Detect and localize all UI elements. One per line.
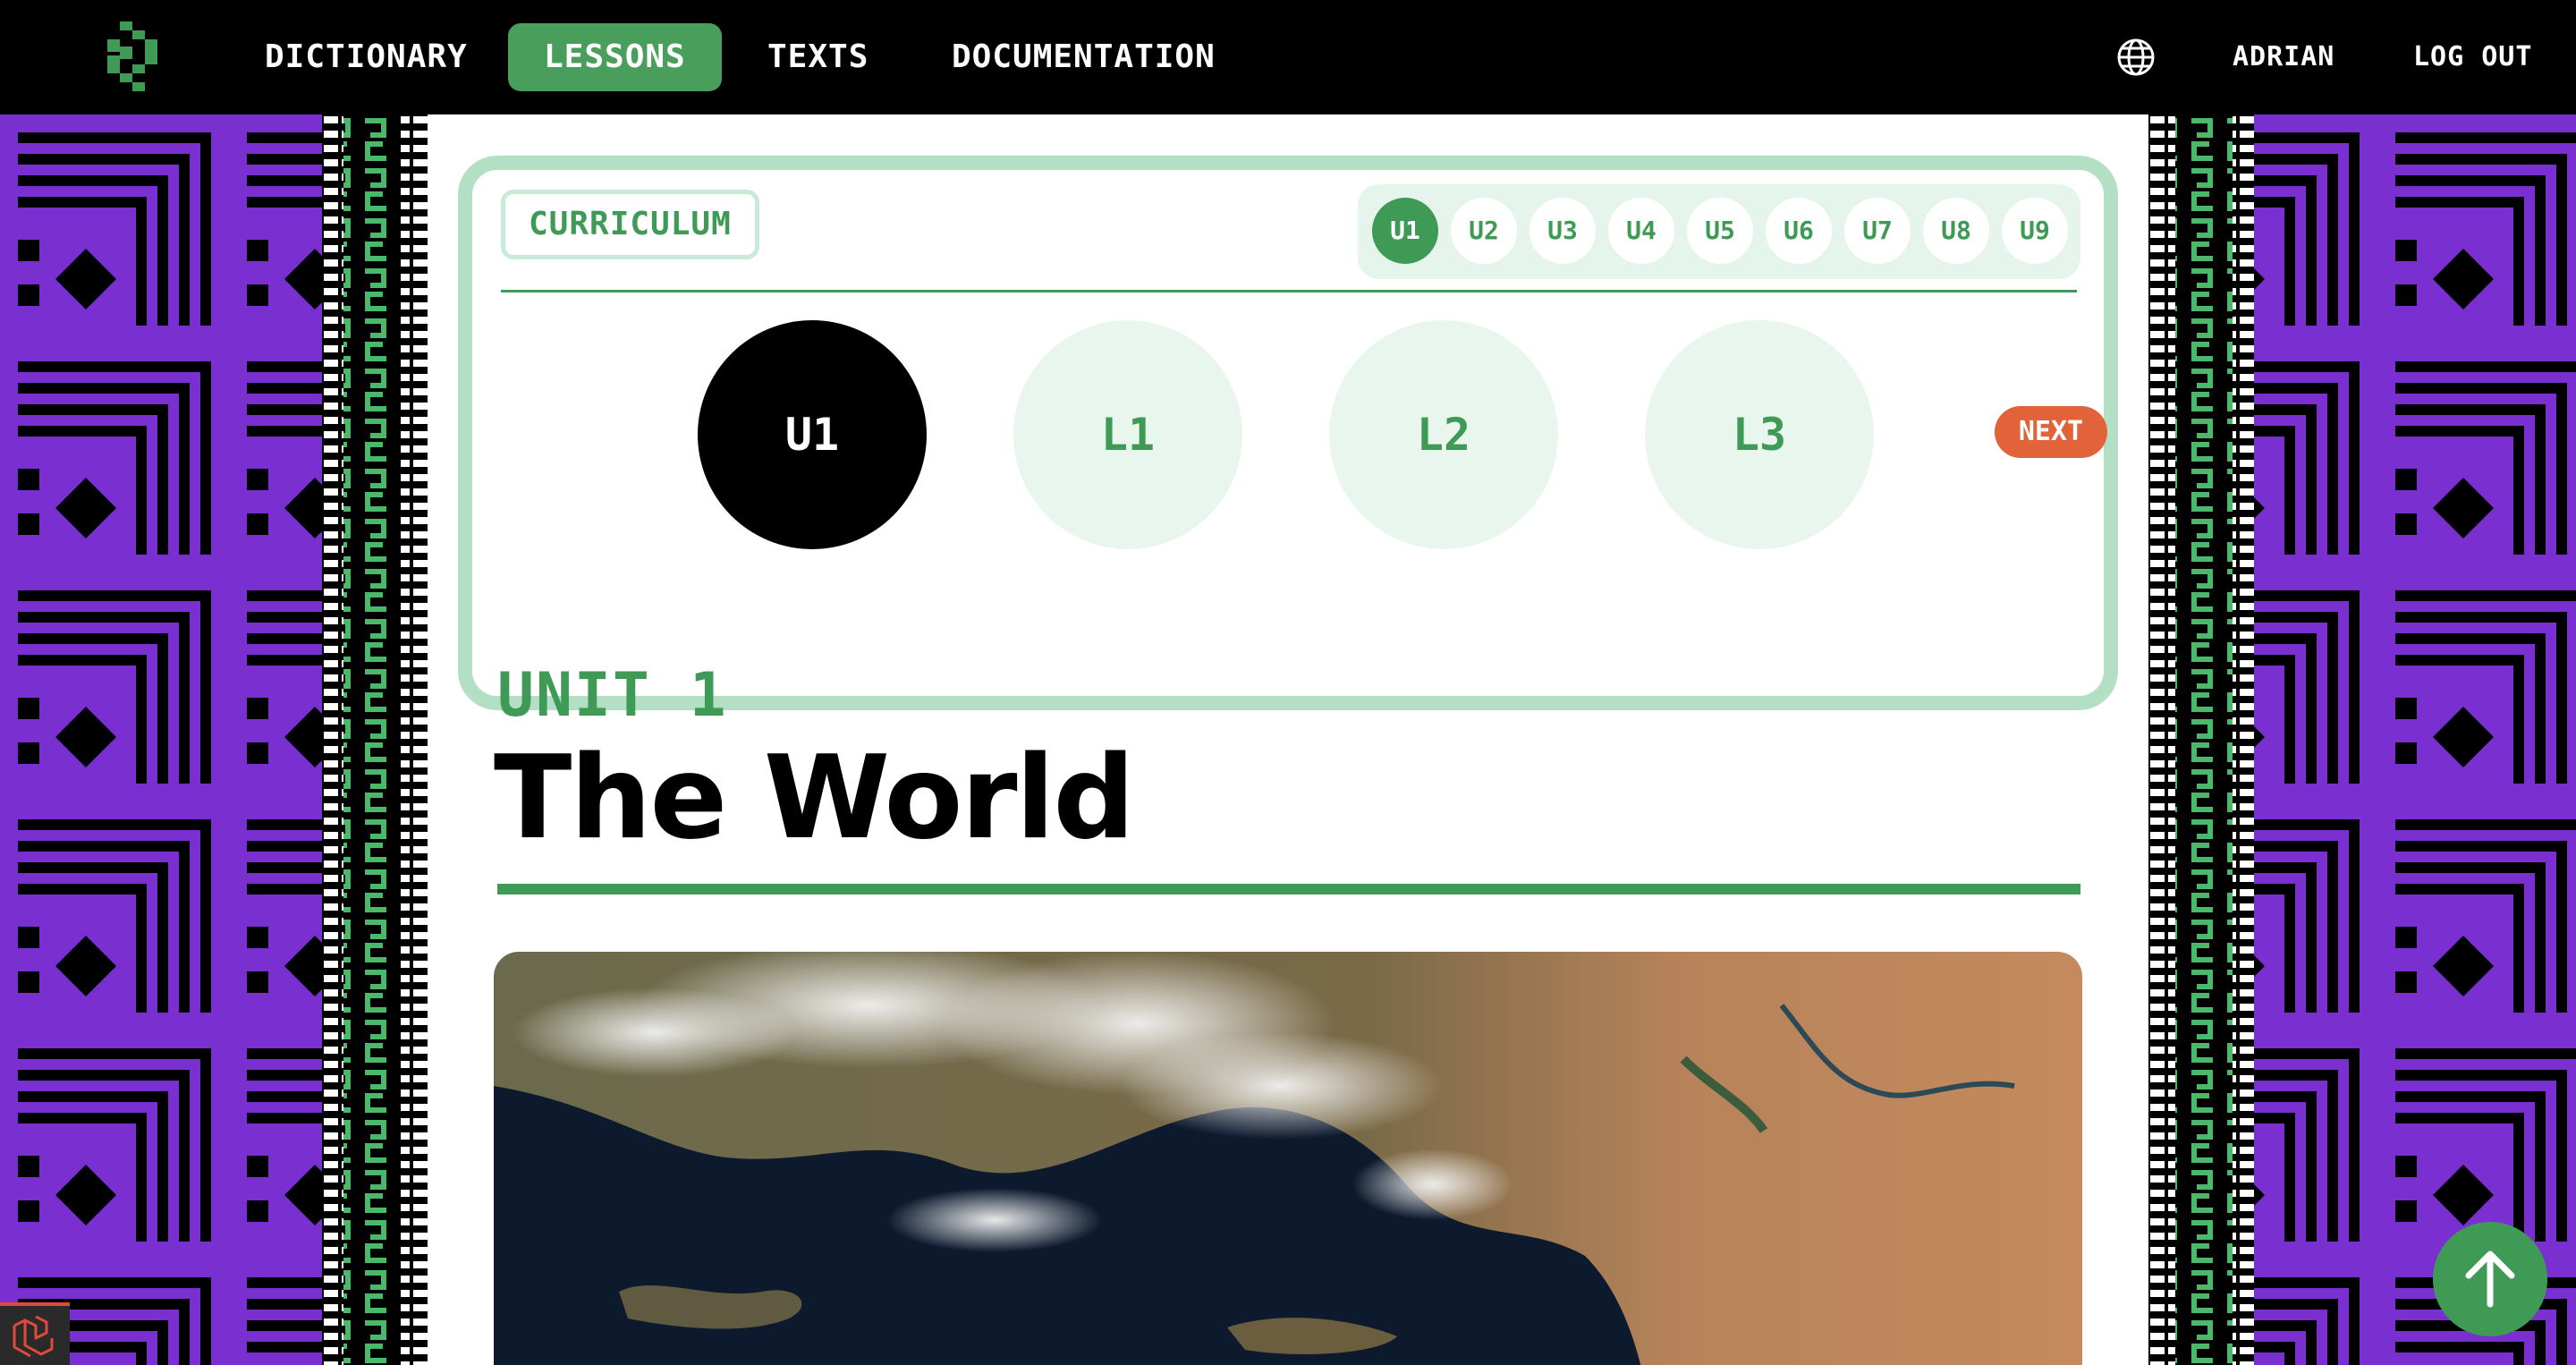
unit-pill-u9[interactable]: U9	[2002, 198, 2068, 264]
lesson-circle-l2[interactable]: L2	[1329, 320, 1558, 549]
unit-pill-u3[interactable]: U3	[1530, 198, 1596, 264]
logout-link[interactable]: LOG OUT	[2413, 23, 2532, 91]
satellite-map-image	[494, 952, 2082, 1365]
nav-lessons[interactable]: LESSONS	[508, 23, 722, 91]
unit-pill-u5[interactable]: U5	[1687, 198, 1753, 264]
lesson-circle-u1[interactable]: U1	[698, 320, 927, 549]
debugbar-badge[interactable]	[0, 1302, 70, 1365]
scroll-to-top-button[interactable]	[2433, 1222, 2547, 1336]
unit-pill-u1[interactable]: U1	[1372, 198, 1438, 264]
top-navbar: DICTIONARY LESSONS TEXTS DOCUMENTATION A…	[0, 0, 2576, 114]
globe-icon[interactable]	[2116, 38, 2156, 77]
nav-dictionary[interactable]: DICTIONARY	[229, 23, 504, 91]
right-pattern-border	[2148, 114, 2576, 1365]
unit-pill-u2[interactable]: U2	[1451, 198, 1517, 264]
unit-selector: U1 U2 U3 U4 U5 U6 U7 U8 U9	[1358, 184, 2080, 279]
user-menu[interactable]: ADRIAN	[2233, 23, 2334, 91]
curriculum-divider	[501, 290, 2077, 292]
nav-texts[interactable]: TEXTS	[732, 23, 904, 91]
next-button[interactable]: NEXT	[1995, 406, 2107, 458]
lesson-circle-l1[interactable]: L1	[1013, 320, 1242, 549]
title-underline	[497, 884, 2080, 894]
laravel-icon	[13, 1315, 54, 1358]
unit-kicker: UNIT 1	[497, 660, 728, 731]
unit-pill-u4[interactable]: U4	[1608, 198, 1674, 264]
unit-pill-u7[interactable]: U7	[1844, 198, 1911, 264]
left-pattern-border	[0, 114, 428, 1365]
curriculum-label[interactable]: CURRICULUM	[501, 190, 759, 259]
nav-documentation[interactable]: DOCUMENTATION	[916, 23, 1251, 91]
lesson-circle-l3[interactable]: L3	[1645, 320, 1874, 549]
curriculum-card: CURRICULUM U1 U2 U3 U4 U5 U6 U7 U8 U9 U1…	[458, 156, 2118, 710]
unit-pill-u6[interactable]: U6	[1766, 198, 1832, 264]
main-content: CURRICULUM U1 U2 U3 U4 U5 U6 U7 U8 U9 U1…	[428, 114, 2148, 1365]
logo-icon[interactable]	[104, 21, 161, 91]
unit-pill-u8[interactable]: U8	[1923, 198, 1989, 264]
page-title: The World	[494, 732, 1135, 865]
